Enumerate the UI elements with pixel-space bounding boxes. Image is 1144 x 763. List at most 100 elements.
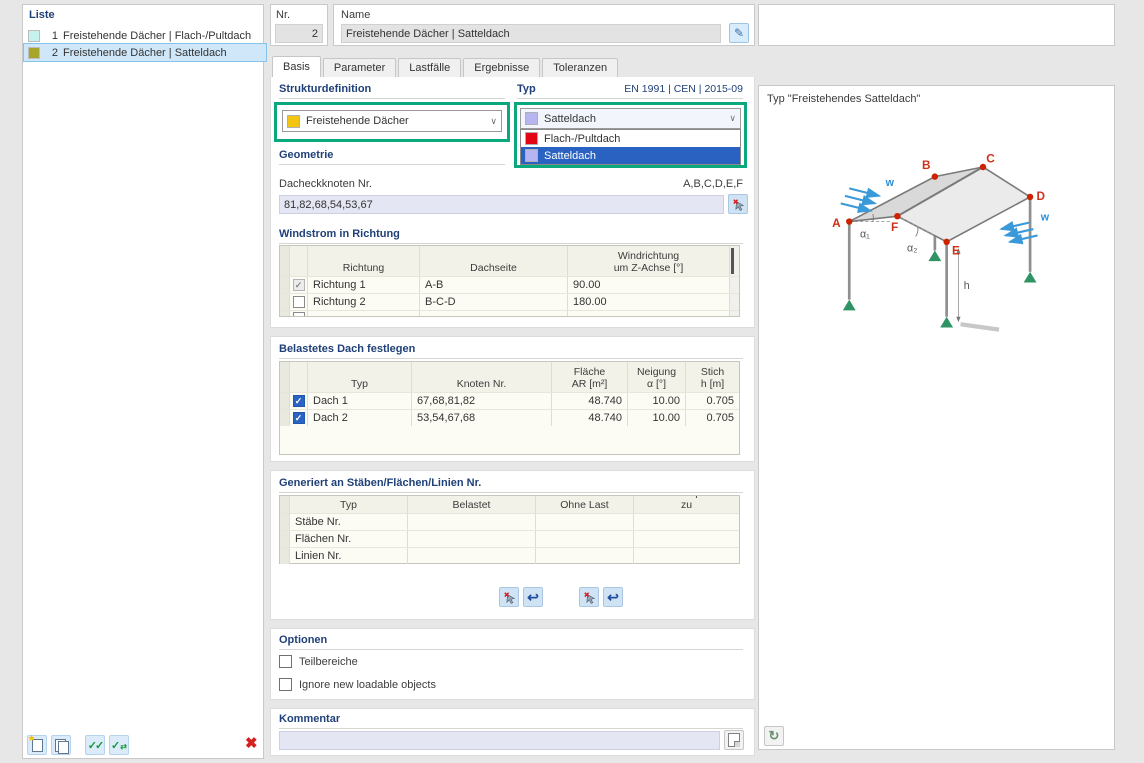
pick-cursor-icon	[731, 197, 746, 212]
nr-input[interactable]	[275, 24, 323, 43]
new-entry-icon: ★	[32, 739, 43, 752]
apply-check-icon: ✓⇄	[111, 739, 127, 752]
option-label: Flach-/Pultdach	[544, 133, 620, 145]
tab-ergebnisse[interactable]: Ergebnisse	[463, 58, 540, 77]
cell-typ: Flächen Nr.	[289, 531, 407, 547]
teilbereiche-checkbox[interactable]	[279, 655, 292, 668]
ignore-objects-checkbox[interactable]	[279, 678, 292, 691]
wind-label-right: w	[1040, 211, 1050, 223]
cell-dachseite[interactable]: B-C-D	[419, 294, 567, 310]
name-panel: Name ✎	[333, 4, 755, 46]
col-richtung: Richtung	[307, 246, 419, 276]
apply-check-button[interactable]: ✓⇄	[109, 735, 129, 755]
cell-typ: Stäbe Nr.	[289, 514, 407, 530]
belastet-row-1: ✓ Dach 1 67,68,81,82 48.740 10.00 0.705	[280, 392, 739, 409]
optionen-title: Optionen	[279, 634, 743, 650]
strukturdefinition-value: Freistehende Dächer	[306, 115, 409, 127]
cell-flaeche[interactable]: 48.740	[551, 393, 627, 409]
col-typ: Typ	[289, 496, 407, 513]
cell-belastet[interactable]	[407, 514, 535, 530]
cell-ohne-last[interactable]	[535, 531, 633, 547]
cell-wert[interactable]: 90.00	[567, 277, 729, 293]
typ-option-flach-pultdach[interactable]: Flach-/Pultdach	[521, 130, 740, 147]
undo-parallel-button[interactable]: ↩	[603, 587, 623, 607]
check-all-icon: ✓✓	[88, 739, 102, 752]
cell-richtung[interactable]: Richtung 1	[307, 277, 419, 293]
cell-stich[interactable]: 0.705	[685, 410, 739, 426]
undo-ohne-last-button[interactable]: ↩	[523, 587, 543, 607]
typ-combo[interactable]: Satteldach ∨	[520, 108, 741, 129]
row-checkbox[interactable]	[293, 296, 305, 308]
row-checkbox[interactable]: ✓	[293, 412, 305, 424]
copy-icon	[55, 739, 68, 752]
tab-lastfaelle[interactable]: Lastfälle	[398, 58, 461, 77]
kommentar-title: Kommentar	[279, 713, 743, 729]
cell-ohne-last[interactable]	[535, 548, 633, 564]
name-label: Name	[341, 9, 370, 21]
delete-entry-button[interactable]: ✖	[245, 734, 258, 754]
typ-option-satteldach[interactable]: Satteldach	[521, 147, 740, 164]
cell-parallel[interactable]	[633, 548, 739, 564]
cell-ohne-last[interactable]	[535, 514, 633, 530]
pick-nodes-button[interactable]	[728, 194, 748, 214]
cell-neigung[interactable]: 10.00	[627, 393, 685, 409]
node-label-b: B	[922, 159, 931, 172]
dacheckknoten-input[interactable]	[279, 195, 724, 214]
tab-basis[interactable]: Basis	[272, 56, 321, 77]
strukturdefinition-combo[interactable]: Freistehende Dächer ∨	[282, 110, 502, 132]
main-panel: Basis Parameter Lastfälle Ergebnisse Tol…	[270, 55, 755, 760]
card-belastetes-dach: Belastetes Dach festlegen Typ Knoten Nr.…	[270, 336, 755, 462]
preview-panel: Typ "Freistehendes Satteldach"	[758, 85, 1115, 750]
node-label-d: D	[1037, 190, 1046, 203]
table-scrollbar[interactable]	[731, 248, 734, 274]
roof-preview-diagram: A B C D E F w w α₁ α₂ h	[787, 152, 1087, 366]
row-checkbox[interactable]: ✓	[293, 395, 305, 407]
wind-arrows-left	[841, 188, 880, 210]
node-label-c: C	[986, 153, 995, 166]
option-teilbereiche: Teilbereiche	[279, 655, 358, 668]
pick-ohne-last-button[interactable]	[499, 587, 519, 607]
node-label-f: F	[891, 221, 898, 234]
cell-belastet[interactable]	[407, 531, 535, 547]
nr-panel: Nr.	[270, 4, 328, 46]
typ-title-row: Typ EN 1991 | CEN | 2015-09	[517, 83, 743, 99]
cell-parallel[interactable]	[633, 531, 739, 547]
cell-typ[interactable]: Dach 1	[307, 393, 411, 409]
cell-parallel[interactable]	[633, 514, 739, 530]
pick-cursor-icon	[582, 590, 597, 605]
cell-neigung[interactable]: 10.00	[627, 410, 685, 426]
cell-knoten[interactable]: 53,54,67,68	[411, 410, 551, 426]
undo-icon: ↩	[527, 590, 539, 604]
list-item-2-label: Freistehende Dächer | Satteldach	[63, 47, 227, 59]
pick-parallel-button[interactable]	[579, 587, 599, 607]
cell-knoten[interactable]: 67,68,81,82	[411, 393, 551, 409]
edit-name-button[interactable]: ✎	[729, 23, 749, 43]
support-icons	[843, 250, 1037, 327]
windstrom-row-clipped	[280, 310, 739, 316]
teilbereiche-label: Teilbereiche	[299, 656, 358, 668]
name-input[interactable]	[341, 24, 721, 43]
check-all-button[interactable]: ✓✓	[85, 735, 105, 755]
cell-flaeche[interactable]: 48.740	[551, 410, 627, 426]
row-checkbox[interactable]: ✓	[293, 279, 305, 291]
tab-parameter[interactable]: Parameter	[323, 58, 396, 77]
cell-typ[interactable]: Dach 2	[307, 410, 411, 426]
cell-wert[interactable]: 180.00	[567, 294, 729, 310]
copy-entry-button[interactable]	[51, 735, 71, 755]
alpha2-label: α₂	[907, 243, 917, 255]
list-item-2[interactable]: 2 Freistehende Dächer | Satteldach	[24, 44, 266, 61]
kommentar-input[interactable]	[279, 731, 720, 750]
cell-dachseite[interactable]: A-B	[419, 277, 567, 293]
cell-stich[interactable]: 0.705	[685, 393, 739, 409]
tab-bar: Basis Parameter Lastfälle Ergebnisse Tol…	[272, 55, 752, 77]
cell-belastet[interactable]	[407, 548, 535, 564]
tab-toleranzen[interactable]: Toleranzen	[542, 58, 618, 77]
list-item-1[interactable]: 1 Freistehende Dächer | Flach-/Pultdach	[24, 27, 266, 44]
belastet-title: Belastetes Dach festlegen	[279, 343, 743, 359]
cell-richtung[interactable]: Richtung 2	[307, 294, 419, 310]
edit-icon: ✎	[734, 26, 744, 40]
refresh-preview-button[interactable]: ↻	[764, 726, 784, 746]
page-icon	[728, 733, 740, 747]
comment-templates-button[interactable]	[724, 730, 744, 750]
new-entry-button[interactable]: ★	[27, 735, 47, 755]
